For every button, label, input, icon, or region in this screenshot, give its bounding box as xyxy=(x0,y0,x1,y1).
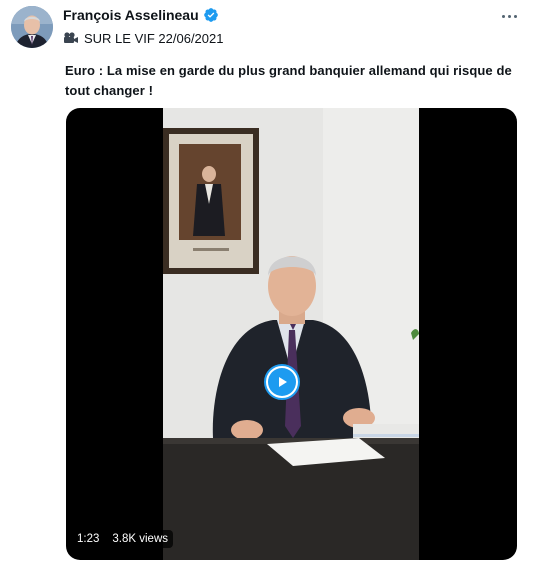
tweet-card[interactable]: François Asselineau SUR LE VIF 22/06/202… xyxy=(0,0,536,562)
author-name[interactable]: François Asselineau xyxy=(63,7,199,23)
avatar[interactable] xyxy=(11,6,53,48)
tweet-text: Euro : La mise en garde du plus grand ba… xyxy=(65,63,512,98)
play-icon xyxy=(279,377,287,387)
video-frame[interactable] xyxy=(163,108,419,560)
video-player[interactable]: 1:23 3.8K views xyxy=(66,108,517,560)
subline-text: SUR LE VIF 22/06/2021 xyxy=(84,30,224,46)
movie-camera-icon xyxy=(63,32,79,44)
more-icon[interactable] xyxy=(498,8,520,24)
video-views: 3.8K views xyxy=(107,530,173,548)
video-duration: 1:23 xyxy=(72,530,105,548)
play-button[interactable] xyxy=(264,364,300,400)
verified-badge-icon xyxy=(203,7,219,23)
